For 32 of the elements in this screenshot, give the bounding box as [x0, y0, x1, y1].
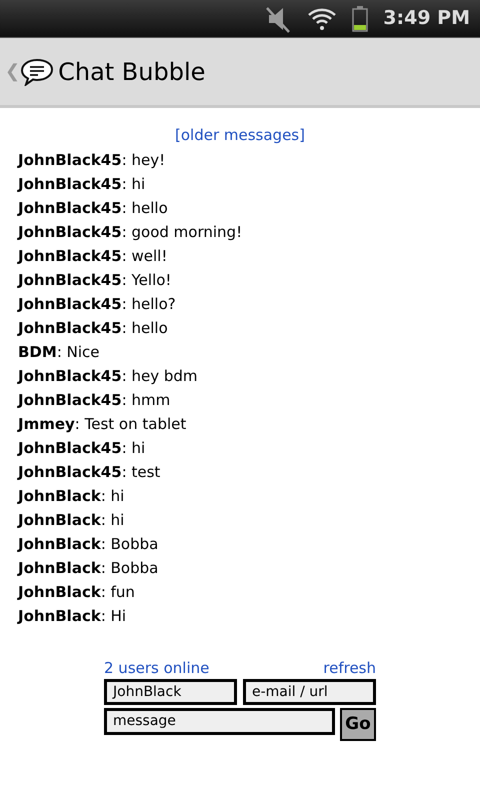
message-field[interactable]: message	[104, 708, 335, 735]
chat-message: JohnBlack45: hey bdm	[18, 367, 198, 385]
refresh-link[interactable]: refresh	[323, 658, 376, 678]
name-field[interactable]: JohnBlack	[104, 679, 237, 705]
chat-message: JohnBlack: hi	[18, 511, 124, 529]
chat-message: JohnBlack45: well!	[18, 247, 168, 265]
chat-message: JohnBlack45: hey!	[18, 151, 166, 169]
email-url-field[interactable]: e-mail / url	[243, 679, 376, 705]
chat-message: JohnBlack45: hello	[18, 319, 168, 337]
chat-message: JohnBlack: hi	[18, 487, 124, 505]
chat-message: JohnBlack45: Yello!	[18, 271, 172, 289]
chat-message: Jmmey: Test on tablet	[18, 415, 186, 433]
chat-message: JohnBlack: Hi	[18, 607, 126, 625]
chat-message: JohnBlack: fun	[18, 583, 135, 601]
chat-message: JohnBlack: Bobba	[18, 559, 158, 577]
wifi-icon	[307, 6, 338, 30]
status-time: 3:49 PM	[383, 6, 470, 32]
chat-message: JohnBlack45: hmm	[18, 391, 170, 409]
chat-message: JohnBlack45: hello?	[18, 295, 176, 313]
chat-message: JohnBlack45: good morning!	[18, 223, 242, 241]
chat-message: JohnBlack45: hello	[18, 199, 168, 217]
go-button[interactable]: Go	[340, 708, 376, 741]
chat-message: JohnBlack45: test	[18, 463, 160, 481]
users-online-link[interactable]: 2 users online	[104, 658, 210, 678]
chat-message: JohnBlack: Bobba	[18, 535, 158, 553]
chat-message: JohnBlack45: hi	[18, 175, 146, 193]
older-messages-link[interactable]: [older messages]	[175, 124, 305, 146]
chat-bubble-icon	[20, 58, 54, 86]
chat-message: BDM: Nice	[18, 343, 100, 361]
battery-icon	[351, 4, 370, 32]
app-title: Chat Bubble	[58, 56, 206, 88]
chat-message: JohnBlack45: hi	[18, 439, 146, 457]
